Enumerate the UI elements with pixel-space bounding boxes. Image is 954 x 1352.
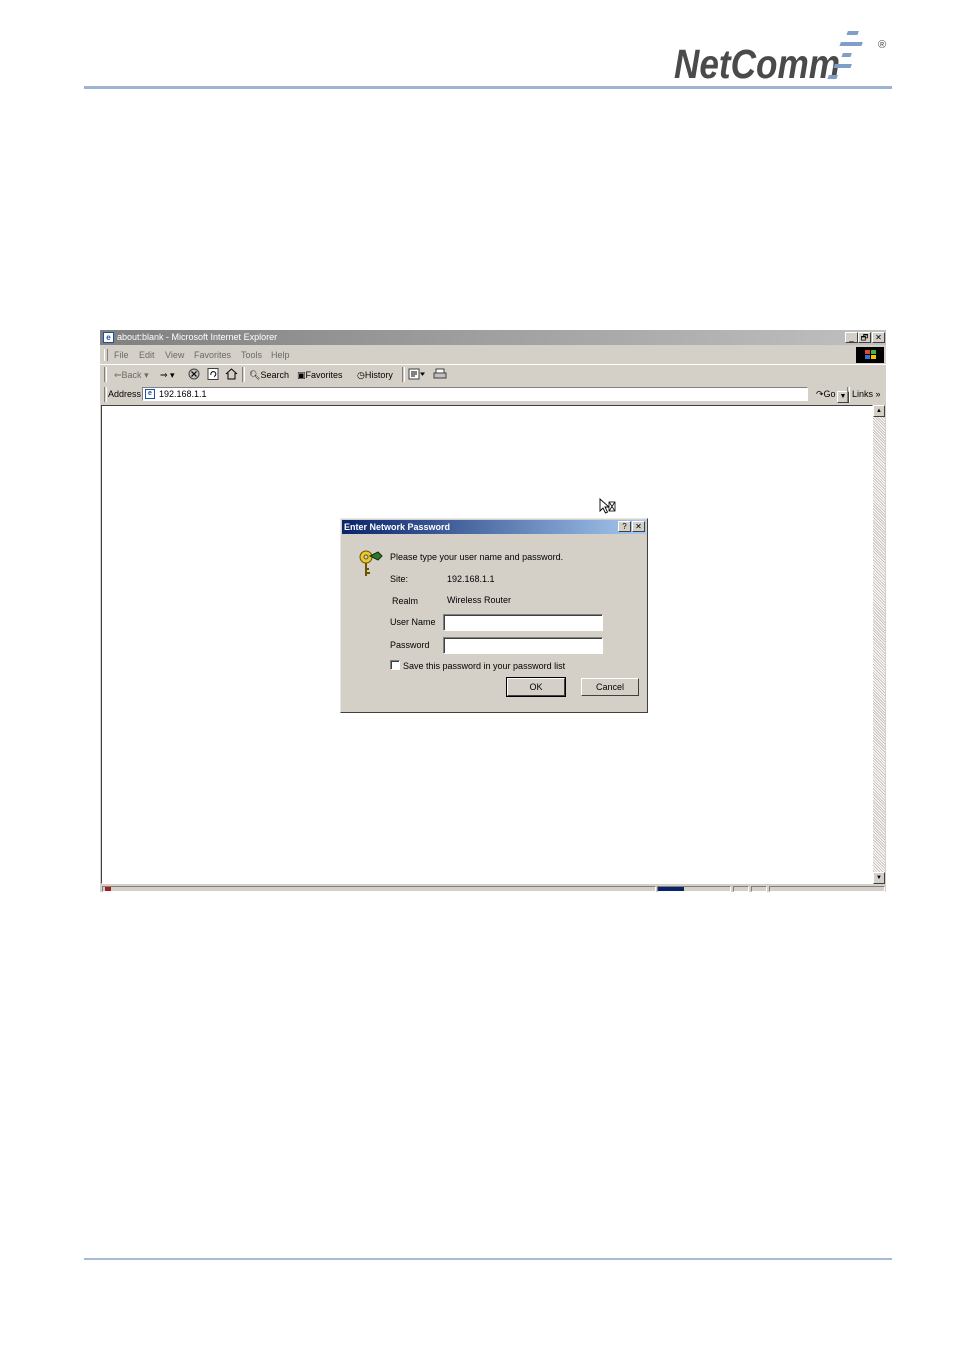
netcomm-logo: NetComm ® bbox=[672, 28, 892, 84]
menu-edit[interactable]: Edit bbox=[139, 350, 155, 360]
progress-pane bbox=[657, 886, 731, 892]
ie-icon: e bbox=[103, 332, 114, 343]
history-button[interactable]: ◷History bbox=[357, 370, 393, 381]
page-icon: e bbox=[145, 389, 155, 399]
toolbar-separator bbox=[402, 367, 405, 382]
home-icon[interactable] bbox=[225, 368, 238, 382]
status-bar bbox=[100, 885, 886, 892]
stop-icon[interactable] bbox=[188, 368, 200, 382]
username-label: User Name bbox=[390, 617, 436, 627]
toolbar-grip bbox=[104, 367, 107, 382]
status-icon bbox=[105, 887, 111, 891]
favorites-icon: ▣ bbox=[297, 370, 306, 380]
key-icon bbox=[359, 550, 383, 576]
go-arrow-icon: ↷ bbox=[816, 389, 824, 399]
save-password-label[interactable]: Save this password in your password list bbox=[403, 661, 565, 671]
maximize-button[interactable]: 🗗 bbox=[858, 332, 871, 343]
vertical-scrollbar[interactable]: ▲ ▼ bbox=[873, 405, 885, 884]
site-value: 192.168.1.1 bbox=[447, 574, 495, 584]
ok-button[interactable]: OK bbox=[506, 677, 566, 697]
password-label: Password bbox=[390, 640, 430, 650]
close-button[interactable]: ✕ bbox=[872, 332, 885, 343]
favorites-button[interactable]: ▣Favorites bbox=[297, 370, 343, 381]
menu-help[interactable]: Help bbox=[271, 350, 290, 360]
back-button[interactable]: ⇐Back ▾ bbox=[114, 370, 149, 381]
footer-rule bbox=[84, 1258, 892, 1260]
status-pane bbox=[751, 886, 767, 892]
refresh-icon[interactable] bbox=[207, 368, 219, 382]
links-label: Links bbox=[852, 389, 874, 399]
favorites-label: Favorites bbox=[305, 370, 343, 380]
print-icon[interactable] bbox=[433, 368, 447, 382]
netcomm-logo-text: NetComm bbox=[674, 41, 840, 84]
cancel-button[interactable]: Cancel bbox=[581, 678, 639, 696]
network-password-dialog: Enter Network Password ? ✕ Please type y… bbox=[340, 518, 648, 713]
forward-arrow-icon: ⇒ bbox=[160, 370, 168, 380]
address-bar: Address e 192.168.1.1 ▼ ↷Go Links » bbox=[100, 385, 886, 403]
menu-file[interactable]: File bbox=[114, 350, 129, 360]
browser-titlebar[interactable]: e about:blank - Microsoft Internet Explo… bbox=[100, 330, 886, 345]
address-value: 192.168.1.1 bbox=[159, 389, 207, 399]
links-button[interactable]: Links » bbox=[852, 389, 881, 399]
header-rule bbox=[84, 86, 892, 89]
status-text-pane bbox=[102, 886, 656, 892]
username-field[interactable] bbox=[443, 614, 603, 631]
site-label: Site: bbox=[390, 574, 409, 584]
menu-tools[interactable]: Tools bbox=[241, 350, 262, 360]
mail-icon[interactable] bbox=[408, 368, 426, 382]
realm-label: Realm bbox=[392, 596, 419, 606]
address-field[interactable]: e 192.168.1.1 ▼ bbox=[142, 387, 849, 403]
windows-logo-icon bbox=[856, 347, 884, 363]
menu-favorites[interactable]: Favorites bbox=[194, 350, 231, 360]
history-label: History bbox=[364, 370, 393, 380]
browser-title: about:blank - Microsoft Internet Explore… bbox=[117, 332, 278, 342]
toolbar-separator bbox=[242, 367, 245, 382]
address-separator bbox=[847, 387, 850, 402]
address-grip bbox=[104, 387, 107, 402]
search-button[interactable]: 🔍︎Search bbox=[249, 370, 289, 381]
dialog-titlebar[interactable]: Enter Network Password ? ✕ bbox=[342, 520, 646, 534]
zone-pane bbox=[769, 886, 885, 892]
help-button[interactable]: ? bbox=[618, 521, 631, 532]
scroll-up-icon[interactable]: ▲ bbox=[873, 405, 885, 417]
prompt-text: Please type your user name and password. bbox=[390, 552, 564, 562]
dialog-close-button[interactable]: ✕ bbox=[632, 521, 645, 532]
forward-button[interactable]: ⇒ ▾ bbox=[160, 370, 175, 381]
search-icon: 🔍︎ bbox=[249, 370, 261, 380]
scroll-down-icon[interactable]: ▼ bbox=[873, 872, 885, 884]
address-label: Address bbox=[108, 389, 142, 399]
minimize-button[interactable]: _ bbox=[845, 332, 858, 343]
menu-view[interactable]: View bbox=[165, 350, 184, 360]
back-arrow-icon: ⇐ bbox=[114, 370, 122, 380]
go-button[interactable]: ↷Go bbox=[816, 389, 836, 400]
search-label: Search bbox=[260, 370, 289, 380]
menu-bar: File Edit View Favorites Tools Help bbox=[100, 346, 886, 365]
standard-toolbar: ⇐Back ▾ ⇒ ▾ 🔍︎Search ▣Favorites ◷History bbox=[100, 365, 886, 384]
history-icon: ◷ bbox=[357, 370, 365, 380]
registered-mark: ® bbox=[878, 39, 886, 51]
password-field[interactable] bbox=[443, 637, 603, 654]
status-pane bbox=[733, 886, 749, 892]
save-password-checkbox[interactable] bbox=[390, 660, 400, 670]
menu-grip bbox=[104, 349, 108, 361]
busy-cursor-icon bbox=[599, 498, 616, 514]
realm-value: Wireless Router bbox=[447, 595, 512, 605]
dialog-title: Enter Network Password bbox=[344, 522, 451, 532]
progress-bar bbox=[658, 887, 684, 891]
go-label: Go bbox=[823, 389, 836, 399]
back-label: Back bbox=[121, 370, 142, 380]
